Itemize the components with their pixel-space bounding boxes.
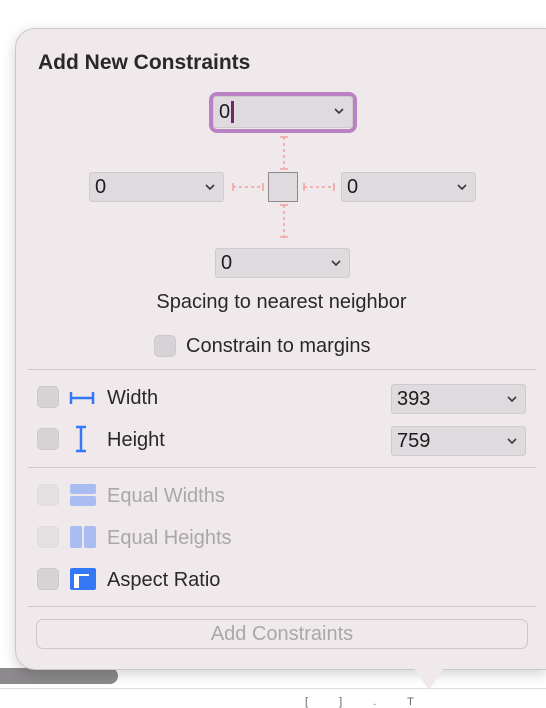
bottom-strut[interactable] [277,204,291,238]
background-divider [0,688,546,689]
left-spacing-field[interactable]: 0 [89,172,224,202]
chevron-down-icon[interactable] [507,394,517,404]
equal-heights-icon [70,526,96,548]
equal-widths-icon [70,484,96,506]
popover-arrow [414,668,444,690]
aspect-ratio-checkbox[interactable] [37,568,59,590]
right-spacing-value: 0 [347,175,359,198]
chevron-down-icon[interactable] [334,106,344,116]
right-strut[interactable] [303,180,335,194]
bottom-spacing-field[interactable]: 0 [215,248,350,278]
section-divider [28,369,536,370]
add-constraints-button[interactable]: Add Constraints [36,619,528,649]
height-label: Height [107,429,165,451]
height-bracket-icon [76,425,86,453]
aspect-ratio-icon [70,568,96,590]
width-checkbox[interactable] [37,386,59,408]
constrain-margins-checkbox[interactable] [154,335,176,357]
chevron-down-icon[interactable] [507,436,517,446]
equal-heights-label: Equal Heights [107,527,232,549]
right-spacing-field[interactable]: 0 [341,172,476,202]
height-checkbox[interactable] [37,428,59,450]
equal-widths-checkbox[interactable] [37,484,59,506]
add-constraints-popover: Add New Constraints 0 0 0 0 Spacing to n… [15,28,546,670]
background-scrollbar[interactable] [0,668,118,684]
left-strut[interactable] [232,180,264,194]
top-spacing-field[interactable]: 0 [213,96,353,128]
chevron-down-icon[interactable] [457,182,467,192]
width-value: 393 [397,387,431,410]
width-label: Width [107,387,159,409]
popover-title: Add New Constraints [38,51,251,74]
height-value: 759 [397,429,431,452]
equal-widths-label: Equal Widths [107,485,225,507]
text-caret [231,101,235,123]
aspect-ratio-label: Aspect Ratio [107,569,221,591]
spacing-caption: Spacing to nearest neighbor [156,291,407,313]
width-bracket-icon [69,392,95,404]
constrain-margins-label[interactable]: Constrain to margins [186,335,371,358]
width-value-field[interactable]: 393 [391,384,526,414]
section-divider [28,467,536,468]
constraint-view-box [268,172,298,202]
section-divider [28,606,536,607]
left-spacing-value: 0 [95,175,107,198]
top-strut[interactable] [277,136,291,170]
height-value-field[interactable]: 759 [391,426,526,456]
top-spacing-value: 0 [219,100,231,123]
chevron-down-icon[interactable] [205,182,215,192]
equal-heights-checkbox[interactable] [37,526,59,548]
background-content: [ ] . T [305,696,428,708]
chevron-down-icon[interactable] [331,258,341,268]
bottom-spacing-value: 0 [221,251,233,274]
